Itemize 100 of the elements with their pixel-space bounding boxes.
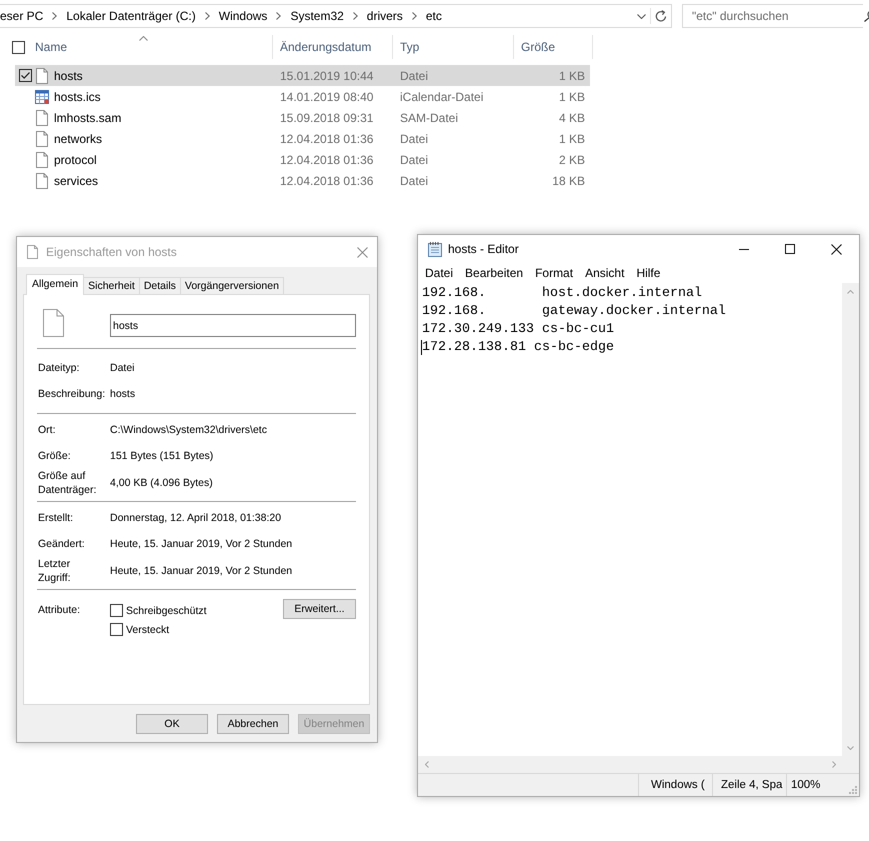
minimize-icon (739, 248, 749, 250)
modified-date: 14.01.2019 08:40 (279, 90, 374, 104)
chevron-right-icon[interactable] (52, 12, 58, 20)
file-row[interactable]: services 12.04.2018 01:36 Datei 18 KB (15, 170, 590, 191)
modified-date: 15.01.2019 10:44 (279, 68, 374, 82)
breadcrumb-item[interactable]: System32 (290, 9, 344, 23)
field-label: Größe: (37, 449, 72, 463)
advanced-button[interactable]: Erweitert... (283, 599, 356, 619)
column-header[interactable]: Größe (514, 35, 593, 59)
text-line: 172.28.138.81 cs-bc-edge (422, 340, 614, 354)
field-label: Dateityp: (37, 361, 80, 375)
checkbox[interactable] (110, 604, 123, 617)
file-name: hosts.ics (54, 90, 101, 104)
file-row[interactable]: protocol 12.04.2018 01:36 Datei 2 KB (15, 149, 590, 170)
status-text: Windows ( (651, 779, 705, 791)
search-field[interactable]: "etc" durchsuchen (682, 4, 863, 28)
close-icon[interactable] (357, 246, 368, 258)
chevron-right-icon[interactable] (204, 12, 210, 20)
close-icon (830, 244, 842, 254)
text-line: 192.168. host.docker.internal (422, 286, 702, 300)
file-size: 1 KB (558, 90, 586, 104)
text-line: 192.168. gateway.docker.internal (422, 304, 726, 318)
maximize-icon (785, 244, 795, 254)
file-row[interactable]: hosts.ics 14.01.2019 08:40 iCalendar-Datei 1 KB (15, 86, 590, 107)
file-type: iCalendar-Datei (399, 90, 484, 104)
file-icon (36, 110, 48, 126)
breadcrumb-item[interactable]: eser PC (0, 9, 44, 23)
notepad-icon (428, 242, 442, 256)
tab[interactable]: Allgemein (26, 274, 84, 295)
file-type: Datei (399, 152, 430, 166)
field-value: Heute, 15. Januar 2019, Vor 2 Stunden (110, 537, 294, 551)
column-header[interactable]: Änderungsdatum (273, 35, 393, 59)
file-row[interactable]: networks 12.04.2018 01:36 Datei 1 KB (15, 128, 590, 149)
menu-item[interactable]: Ansicht (579, 266, 630, 280)
file-row[interactable]: hosts 15.01.2019 10:44 Datei 1 KB (15, 65, 590, 86)
breadcrumb-item[interactable]: Windows (218, 9, 268, 23)
file-type: Datei (399, 174, 430, 188)
breadcrumb-item[interactable]: etc (426, 9, 442, 23)
menu-item[interactable]: Datei (419, 266, 460, 280)
chevron-right-icon[interactable] (352, 12, 358, 20)
field-label: Ort: (37, 423, 56, 437)
field-value: Datei (110, 361, 136, 375)
window-title: Eigenschaften von hosts (46, 245, 177, 259)
chevron-right-icon[interactable] (276, 12, 282, 20)
column-header[interactable]: Typ (393, 35, 514, 59)
dialog-button[interactable]: Abbrechen (217, 714, 289, 734)
file-size: 4 KB (558, 110, 586, 124)
file-name: networks (54, 132, 102, 146)
file-name-field[interactable]: hosts (110, 314, 356, 337)
checkbox-label[interactable]: Versteckt (126, 624, 170, 636)
file-size: 2 KB (558, 152, 586, 166)
modified-date: 12.04.2018 01:36 (279, 174, 374, 188)
chevron-right-icon[interactable] (412, 12, 417, 20)
column-header[interactable]: Name (25, 35, 273, 59)
calendar-icon (35, 90, 49, 104)
modified-date: 12.04.2018 01:36 (279, 152, 374, 166)
window-title: hosts - Editor (448, 242, 519, 256)
file-name: protocol (54, 152, 97, 166)
breadcrumb-item[interactable]: Lokaler Datenträger (C:) (66, 9, 196, 23)
tab[interactable]: Vorgängerversionen (180, 277, 284, 294)
field-value: 4,00 KB (4.096 Bytes) (110, 476, 214, 490)
checkbox[interactable] (12, 40, 25, 54)
checkbox-label[interactable]: Schreibgeschützt (126, 604, 207, 616)
field-value: Donnerstag, 12. April 2018, 01:38:20 (110, 511, 282, 525)
file-name: services (54, 174, 98, 188)
field-label: Geändert: (37, 537, 86, 551)
search-icon[interactable] (864, 10, 869, 22)
field-label: Attribute: (37, 603, 82, 618)
file-name: lmhosts.sam (54, 110, 122, 124)
file-row[interactable]: lmhosts.sam 15.09.2018 09:31 SAM-Datei 4 KB (15, 107, 590, 128)
checkbox[interactable] (19, 69, 32, 82)
dialog-button[interactable]: OK (136, 714, 208, 734)
file-icon (36, 172, 48, 188)
address-bar[interactable]: eser PC Lokaler Datenträger (C:) Windows System32 drivers etc (0, 4, 672, 28)
file-icon (27, 245, 38, 259)
file-icon (36, 130, 48, 146)
file-size: 18 KB (551, 174, 586, 188)
field-value: hosts (110, 387, 136, 401)
file-size: 1 KB (558, 68, 586, 82)
field-label: Erstellt: (37, 511, 74, 525)
file-type: Datei (399, 68, 430, 82)
field-label: Letzter Zugriff: (37, 557, 72, 585)
chevron-down-icon[interactable] (637, 14, 646, 18)
resize-grip-icon[interactable] (849, 786, 857, 794)
breadcrumb-item[interactable]: drivers (366, 9, 403, 23)
field-value: 151 Bytes (151 Bytes) (110, 449, 214, 463)
refresh-icon[interactable] (655, 10, 667, 22)
menu-item[interactable]: Bearbeiten (459, 266, 530, 280)
text-area[interactable]: 192.168. host.docker.internal 192.168. gateway.docker.internal 172.30.249.133 cs-bc-cu1 172.28.138.81 cs-bc-edge (418, 283, 842, 756)
field-label: Größe auf Datenträger: (37, 469, 98, 497)
file-size: 1 KB (558, 132, 586, 146)
menu-item[interactable]: Format (529, 266, 580, 280)
status-text: 100% (791, 779, 820, 791)
file-name: hosts (54, 68, 83, 82)
field-value: C:\Windows\System32\drivers\etc (110, 423, 268, 437)
file-type: SAM-Datei (399, 110, 460, 124)
modified-date: 15.09.2018 09:31 (279, 110, 374, 124)
checkbox[interactable] (110, 623, 123, 636)
menu-item[interactable]: Hilfe (630, 266, 666, 280)
text-line: 172.30.249.133 cs-bc-cu1 (422, 322, 614, 336)
